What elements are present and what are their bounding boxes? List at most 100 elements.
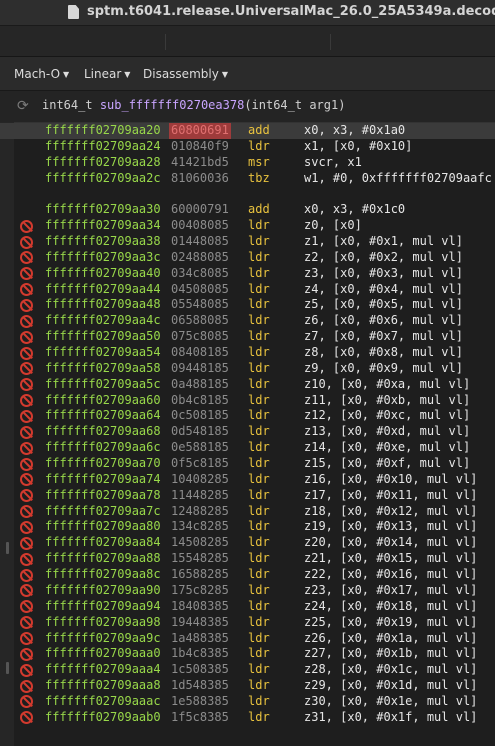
instruction-row[interactable]: fffffff02709aa8c 16588285 ldr z22, [x0, #0x… [0,567,495,583]
instruction-mnemonic[interactable]: ldr [248,377,270,393]
refresh-icon[interactable]: ⟳ [17,98,29,114]
breakpoint-disabled-icon[interactable] [20,441,33,455]
instruction-operands[interactable]: w1, #0, 0xfffffff02709aafc [304,171,492,187]
instruction-address[interactable]: fffffff02709aa74 [45,472,161,488]
instruction-mnemonic[interactable]: ldr [248,408,270,424]
instruction-address[interactable]: fffffff02709aa68 [45,424,161,440]
breakpoint-disabled-icon[interactable] [20,568,33,582]
instruction-address[interactable]: fffffff02709aa98 [45,615,161,631]
instruction-address[interactable]: fffffff02709aa38 [45,234,161,250]
instruction-row[interactable]: fffffff02709aa84 14508285 ldr z20, [x0, #0x… [0,535,495,551]
instruction-address[interactable]: fffffff02709aa44 [45,282,161,298]
instruction-mnemonic[interactable]: ldr [248,599,270,615]
breakpoint-disabled-icon[interactable] [20,695,33,709]
instruction-mnemonic[interactable]: ldr [248,282,270,298]
instruction-operands[interactable]: z2, [x0, #0x2, mul vl] [304,250,463,266]
instruction-mnemonic[interactable]: ldr [248,250,270,266]
instruction-mnemonic[interactable]: ldr [248,424,270,440]
instruction-row[interactable]: fffffff02709aa6c 0e588185 ldr z14, [x0, #0x… [0,440,495,456]
instruction-mnemonic[interactable]: ldr [248,139,270,155]
instruction-mnemonic[interactable]: ldr [248,678,270,694]
instruction-mnemonic[interactable]: ldr [248,519,270,535]
instruction-address[interactable]: fffffff02709aaa8 [45,678,161,694]
instruction-address[interactable]: fffffff02709aaa4 [45,662,161,678]
instruction-row[interactable]: fffffff02709aa58 09448185 ldr z9, [x0, #0x9… [0,361,495,377]
breakpoint-disabled-icon[interactable] [20,584,33,598]
instruction-address[interactable]: fffffff02709aa50 [45,329,161,345]
instruction-row[interactable]: fffffff02709aa3c 02488085 ldr z2, [x0, #0x2… [0,250,495,266]
instruction-address[interactable]: fffffff02709aa8c [45,567,161,583]
instruction-row[interactable]: fffffff02709aa60 0b4c8185 ldr z11, [x0, #0x… [0,393,495,409]
breakpoint-disabled-icon[interactable] [20,251,33,265]
instruction-operands[interactable]: z29, [x0, #0x1d, mul vl] [304,678,477,694]
instruction-operands[interactable]: z16, [x0, #0x10, mul vl] [304,472,477,488]
instruction-address[interactable]: fffffff02709aa94 [45,599,161,615]
instruction-address[interactable]: fffffff02709aa58 [45,361,161,377]
instruction-mnemonic[interactable]: ldr [248,615,270,631]
instruction-operands[interactable]: z24, [x0, #0x18, mul vl] [304,599,477,615]
instruction-operands[interactable]: z22, [x0, #0x16, mul vl] [304,567,477,583]
instruction-row[interactable]: fffffff02709aaa8 1d548385 ldr z29, [x0, #0x… [0,678,495,694]
instruction-mnemonic[interactable]: add [248,202,270,218]
instruction-address[interactable]: fffffff02709aa6c [45,440,161,456]
instruction-address[interactable]: fffffff02709aa20 [45,123,161,139]
instruction-row[interactable]: fffffff02709aaa4 1c508385 ldr z28, [x0, #0x… [0,662,495,678]
instruction-operands[interactable]: x0, x3, #0x1c0 [304,202,405,218]
instruction-row[interactable]: fffffff02709aa90 175c8285 ldr z23, [x0, #0x… [0,583,495,599]
breakpoint-disabled-icon[interactable] [20,346,33,360]
instruction-mnemonic[interactable]: ldr [248,266,270,282]
instruction-operands[interactable]: svcr, x1 [304,155,362,171]
instruction-operands[interactable]: z9, [x0, #0x9, mul vl] [304,361,463,377]
instruction-mnemonic[interactable]: ldr [248,234,270,250]
instruction-operands[interactable]: z0, [x0] [304,218,362,234]
instruction-operands[interactable]: z3, [x0, #0x3, mul vl] [304,266,463,282]
instruction-row[interactable]: fffffff02709aa34 00408085 ldr z0, [x0] [0,218,495,234]
instruction-address[interactable]: fffffff02709aaac [45,694,161,710]
instruction-row[interactable]: fffffff02709aa2c 81060036 tbz w1, #0, 0xfff… [0,171,495,187]
instruction-operands[interactable]: z6, [x0, #0x6, mul vl] [304,313,463,329]
instruction-mnemonic[interactable]: ldr [248,662,270,678]
instruction-operands[interactable]: z21, [x0, #0x15, mul vl] [304,551,477,567]
instruction-mnemonic[interactable]: ldr [248,535,270,551]
breakpoint-disabled-icon[interactable] [20,267,33,281]
instruction-operands[interactable]: z10, [x0, #0xa, mul vl] [304,377,470,393]
instruction-mnemonic[interactable]: tbz [248,171,270,187]
instruction-row[interactable]: fffffff02709aa48 05548085 ldr z5, [x0, #0x5… [0,297,495,313]
breakpoint-disabled-icon[interactable] [20,314,33,328]
instruction-operands[interactable]: z15, [x0, #0xf, mul vl] [304,456,470,472]
instruction-address[interactable]: fffffff02709aaa0 [45,646,161,662]
instruction-mnemonic[interactable]: ldr [248,631,270,647]
instruction-row[interactable]: fffffff02709aa98 19448385 ldr z25, [x0, #0x… [0,615,495,631]
breakpoint-disabled-icon[interactable] [20,663,33,677]
instruction-operands[interactable]: z13, [x0, #0xd, mul vl] [304,424,470,440]
instruction-mnemonic[interactable]: ldr [248,329,270,345]
instruction-mnemonic[interactable]: ldr [248,345,270,361]
instruction-mnemonic[interactable]: ldr [248,218,270,234]
instruction-mnemonic[interactable]: ldr [248,646,270,662]
instruction-operands[interactable]: z12, [x0, #0xc, mul vl] [304,408,470,424]
breakpoint-disabled-icon[interactable] [20,632,33,645]
instruction-address[interactable]: fffffff02709aa88 [45,551,161,567]
instruction-row[interactable]: fffffff02709aa94 18408385 ldr z24, [x0, #0x… [0,599,495,615]
instruction-row[interactable]: fffffff02709aa68 0d548185 ldr z13, [x0, #0x… [0,424,495,440]
instruction-row[interactable]: fffffff02709aa30 60000791 add x0, x3, #0x1c… [0,202,495,218]
instruction-mnemonic[interactable]: ldr [248,313,270,329]
instruction-mnemonic[interactable]: ldr [248,504,270,520]
macho-menu[interactable]: Mach-O ▼ [14,67,69,81]
function-signature[interactable]: int64_t sub_fffffff0270ea378(int64_t arg… [42,98,345,112]
instruction-mnemonic[interactable]: add [248,123,270,139]
instruction-operands[interactable]: z7, [x0, #0x7, mul vl] [304,329,463,345]
instruction-address[interactable]: fffffff02709aa34 [45,218,161,234]
breakpoint-disabled-icon[interactable] [20,425,33,439]
breakpoint-disabled-icon[interactable] [20,378,33,392]
function-name[interactable]: sub_fffffff0270ea378 [100,98,245,112]
breakpoint-disabled-icon[interactable] [20,600,33,614]
instruction-address[interactable]: fffffff02709aa30 [45,202,161,218]
instruction-address[interactable]: fffffff02709aa84 [45,535,161,551]
instruction-row[interactable]: fffffff02709aa78 11448285 ldr z17, [x0, #0x… [0,488,495,504]
instruction-operands[interactable]: z4, [x0, #0x4, mul vl] [304,282,463,298]
instruction-row[interactable]: fffffff02709aab0 1f5c8385 ldr z31, [x0, #0x… [0,710,495,726]
instruction-row[interactable]: fffffff02709aa24 010840f9 ldr x1, [x0, #0x1… [0,139,495,155]
instruction-operands[interactable]: z28, [x0, #0x1c, mul vl] [304,662,477,678]
breakpoint-disabled-icon[interactable] [20,298,33,312]
